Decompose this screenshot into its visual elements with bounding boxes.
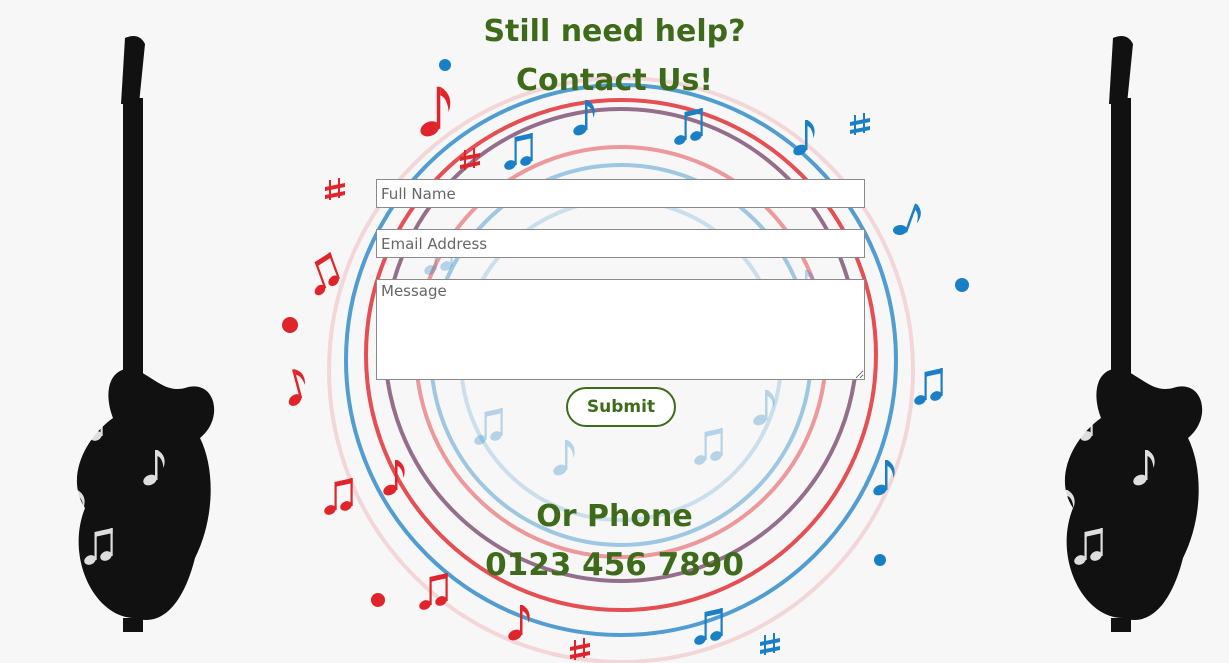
guitar-icon-left [76, 36, 215, 632]
phone-heading: Or Phone [536, 499, 693, 534]
phone-number: 0123 456 7890 [485, 547, 744, 583]
message-textarea[interactable] [376, 279, 865, 380]
contact-heading: Contact Us! [515, 63, 714, 98]
full-name-input[interactable] [376, 179, 865, 208]
help-heading: Still need help? [483, 14, 746, 49]
submit-button[interactable]: Submit [566, 387, 676, 427]
email-input[interactable] [376, 229, 865, 258]
